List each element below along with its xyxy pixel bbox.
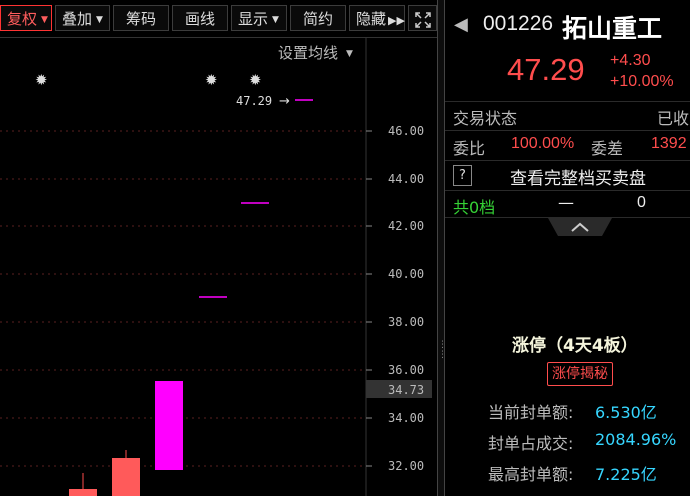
weicha-label: 委差: [591, 139, 624, 158]
seal-ratio-value: 2084.96%: [595, 430, 677, 449]
display-dropdown[interactable]: 显示 ▼: [231, 5, 287, 31]
simple-label: 简约: [303, 10, 334, 28]
last-price: 47.29: [507, 52, 585, 87]
event-marker-icon[interactable]: ✹: [249, 71, 262, 89]
current-price-value: 34.73: [388, 383, 424, 397]
fullscreen-button[interactable]: [408, 5, 437, 31]
kline-chart[interactable]: 46.00 44.00 42.00 40.00 38.00 36.00 34.0…: [0, 37, 437, 496]
y-tick: 44.00: [388, 172, 424, 186]
candle-up: [112, 458, 140, 496]
help-icon[interactable]: ?: [453, 165, 472, 186]
fuquan-dropdown[interactable]: 复权 ▼: [0, 5, 52, 31]
weicha-value: 1392: [651, 135, 687, 152]
draw-line-label: 画线: [185, 10, 216, 28]
chart-toolbar: 复权 ▼ 叠加 ▼ 筹码 画线 显示 ▼ 简约 隐藏 ▶▶: [0, 0, 437, 38]
y-tick: 42.00: [388, 219, 424, 233]
collapse-button[interactable]: [548, 218, 612, 238]
price-change: +4.30: [610, 52, 651, 69]
caret-down-icon: ▼: [41, 14, 48, 25]
caret-down-icon: ▼: [96, 14, 103, 25]
quote-panel: ◀ 001226 拓山重工 47.29 +4.30 +10.00% 交易状态 已…: [445, 0, 690, 496]
caret-down-icon: ▼: [346, 49, 353, 59]
draw-line-button[interactable]: 画线: [172, 5, 228, 31]
hide-label: 隐藏: [356, 10, 387, 28]
stock-name: 拓山重工: [562, 14, 663, 43]
levels-dash: —: [558, 193, 574, 212]
chips-label: 筹码: [126, 10, 157, 28]
caret-down-icon: ▼: [272, 14, 279, 25]
panel-divider[interactable]: [437, 0, 445, 496]
trade-status-value: 已收: [657, 109, 690, 128]
y-tick: 32.00: [388, 459, 424, 473]
max-seal-label: 最高封单额:: [488, 465, 574, 484]
display-label: 显示: [238, 10, 269, 28]
double-chevron-right-icon: ▶▶: [388, 14, 405, 27]
y-tick: 40.00: [388, 267, 424, 281]
stock-code: 001226: [483, 12, 554, 35]
y-tick: 38.00: [388, 315, 424, 329]
y-tick: 46.00: [388, 124, 424, 138]
full-book-link[interactable]: 查看完整档买卖盘: [510, 164, 646, 189]
price-change-pct: +10.00%: [610, 73, 674, 90]
fuquan-label: 复权: [7, 10, 38, 28]
levels-value: 0: [637, 194, 646, 211]
expand-icon: [414, 11, 431, 28]
candle-up: [69, 489, 97, 496]
chips-button[interactable]: 筹码: [113, 5, 169, 31]
back-arrow-icon[interactable]: ◀: [454, 14, 468, 35]
trade-status-label: 交易状态: [453, 109, 518, 128]
seal-amount-value: 6.530亿: [595, 403, 657, 422]
weibi-value: 100.00%: [511, 135, 575, 152]
price-marker: 47.29: [236, 94, 272, 108]
ma-settings-label[interactable]: 设置均线: [278, 45, 338, 62]
y-tick: 36.00: [388, 363, 424, 377]
event-marker-icon[interactable]: ✹: [205, 71, 218, 89]
simple-button[interactable]: 简约: [290, 5, 346, 31]
limit-up-title: 涨停（4天4板）: [512, 336, 638, 356]
current-price-tag: 34.73: [366, 380, 432, 398]
max-seal-value: 7.225亿: [595, 465, 657, 484]
event-marker-icon[interactable]: ✹: [35, 71, 48, 89]
candles: [69, 99, 313, 496]
seal-amount-label: 当前封单额:: [488, 403, 574, 422]
levels-label: 共0档: [453, 198, 496, 217]
overlay-dropdown[interactable]: 叠加 ▼: [55, 5, 110, 31]
limit-up-reveal-button[interactable]: 涨停揭秘: [547, 362, 613, 386]
hide-button[interactable]: 隐藏 ▶▶: [349, 5, 405, 31]
y-tick: 34.00: [388, 411, 424, 425]
seal-ratio-label: 封单占成交:: [488, 434, 574, 453]
candle-limit-up: [155, 381, 183, 470]
arrow-right-icon: →: [279, 94, 290, 109]
weibi-label: 委比: [453, 139, 486, 158]
overlay-label: 叠加: [62, 10, 93, 28]
